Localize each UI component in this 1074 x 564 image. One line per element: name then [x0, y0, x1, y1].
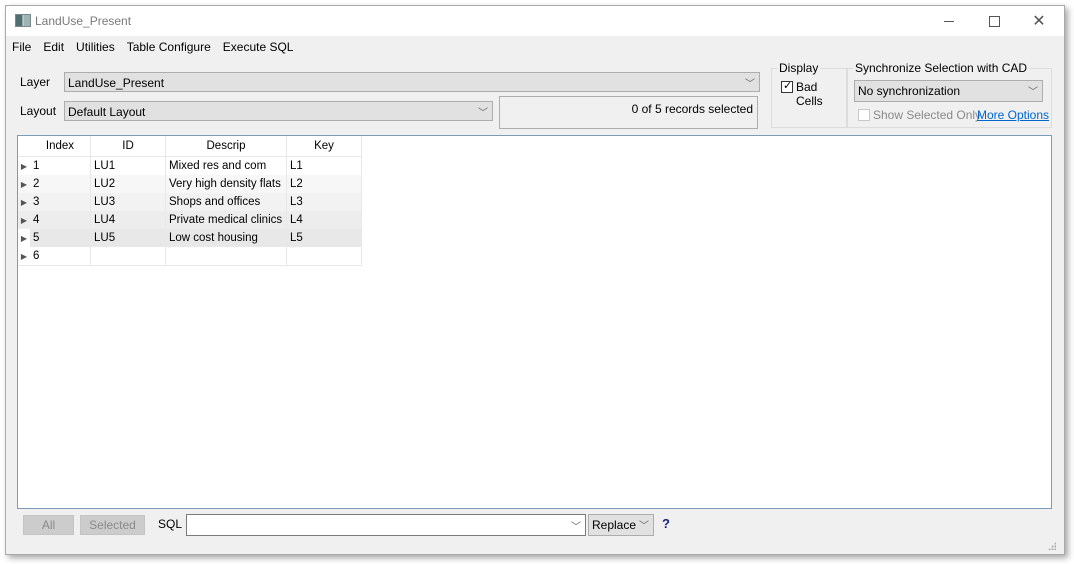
cell-key[interactable]	[286, 247, 362, 266]
data-grid: Index ID Descrip Key ▶ 1 LU1 Mixed res a…	[17, 135, 1052, 509]
cell-id[interactable]: LU3	[90, 193, 166, 211]
row-selector-icon[interactable]: ▶	[18, 175, 30, 193]
title-bar: LandUse_Present ✕	[6, 6, 1064, 36]
chevron-down-icon: ﹀	[1028, 87, 1038, 98]
chevron-down-icon: ﹀	[745, 79, 755, 90]
checkmark-icon: ✓	[783, 80, 793, 92]
grid-header-row: Index ID Descrip Key	[18, 136, 362, 157]
row-selector-icon[interactable]: ▶	[18, 211, 30, 229]
layout-dropdown[interactable]: Default Layout ﹀	[64, 101, 493, 121]
layout-label: Layout	[20, 104, 57, 118]
bad-cells-checkbox[interactable]: ✓	[781, 80, 793, 93]
cell-descrip[interactable]: Very high density flats	[165, 175, 287, 193]
menu-execute-sql[interactable]: Execute SQL	[217, 36, 300, 58]
cell-id[interactable]: LU1	[90, 156, 166, 175]
selection-status-box: 0 of 5 records selected	[499, 96, 758, 129]
sync-group-title: Synchronize Selection with CAD	[853, 61, 1030, 75]
cell-index[interactable]: 2	[30, 175, 91, 193]
show-selected-only-label: Show Selected Only	[873, 108, 982, 122]
cell-id[interactable]: LU4	[90, 211, 166, 229]
cell-index[interactable]: 5	[30, 229, 91, 247]
layer-value: LandUse_Present	[68, 76, 165, 90]
app-window: LandUse_Present ✕ File Edit Utilities Ta…	[5, 5, 1065, 555]
sql-mode-dropdown[interactable]: Replace ﹀	[588, 514, 654, 536]
close-icon: ✕	[1032, 13, 1046, 30]
row-selector-icon[interactable]: ▶	[18, 193, 30, 211]
cell-index[interactable]: 6	[30, 247, 91, 266]
column-header-id[interactable]: ID	[90, 136, 166, 157]
cell-index[interactable]: 4	[30, 211, 91, 229]
cell-id[interactable]	[90, 247, 166, 266]
close-button[interactable]: ✕	[1016, 6, 1062, 36]
layer-label: Layer	[20, 75, 51, 89]
cell-descrip[interactable]: Shops and offices	[165, 193, 287, 211]
cell-key[interactable]: L2	[286, 175, 362, 193]
minimize-icon	[944, 20, 954, 22]
menu-edit[interactable]: Edit	[37, 36, 70, 58]
all-button[interactable]: All	[23, 515, 74, 535]
row-selector-icon[interactable]: ▶	[18, 157, 30, 176]
sql-mode-value: Replace	[592, 518, 637, 532]
sql-input[interactable]: ﹀	[186, 514, 586, 536]
show-selected-only-checkbox[interactable]	[858, 109, 870, 121]
display-group: Display ✓ Bad Cells	[771, 61, 847, 128]
sync-value: No synchronization	[858, 84, 961, 98]
row-selector-icon[interactable]: ▶	[18, 229, 30, 247]
display-group-title: Display	[777, 61, 821, 75]
table-row[interactable]: ▶ 3 LU3 Shops and offices L3	[18, 193, 362, 211]
menu-bar: File Edit Utilities Table Configure Exec…	[6, 36, 1064, 58]
cell-key[interactable]: L4	[286, 211, 362, 229]
column-header-index[interactable]: Index	[30, 136, 91, 157]
window-title: LandUse_Present	[35, 14, 132, 28]
table-row[interactable]: ▶ 4 LU4 Private medical clinics L4	[18, 211, 362, 229]
table-row[interactable]: ▶ 6	[18, 247, 362, 266]
cell-key[interactable]: L3	[286, 193, 362, 211]
layer-dropdown[interactable]: LandUse_Present ﹀	[64, 72, 760, 92]
more-options-link[interactable]: More Options	[977, 108, 1049, 122]
menu-file[interactable]: File	[6, 36, 37, 58]
cell-id[interactable]: LU2	[90, 175, 166, 193]
cell-descrip[interactable]	[165, 247, 287, 266]
selection-status: 0 of 5 records selected	[631, 102, 753, 116]
cell-descrip[interactable]: Low cost housing	[165, 229, 287, 247]
table-row[interactable]: ▶ 2 LU2 Very high density flats L2	[18, 175, 362, 193]
help-icon[interactable]: ?	[662, 516, 670, 531]
chevron-down-icon: ﹀	[639, 521, 649, 532]
table-row[interactable]: ▶ 1 LU1 Mixed res and com L1	[18, 156, 362, 176]
menu-utilities[interactable]: Utilities	[70, 36, 121, 58]
chevron-down-icon: ﹀	[478, 108, 488, 119]
cell-key[interactable]: L5	[286, 229, 362, 247]
sql-label: SQL	[158, 517, 183, 531]
minimize-button[interactable]	[926, 6, 972, 36]
bad-cells-label: Bad Cells	[796, 80, 823, 108]
maximize-icon	[988, 15, 1000, 27]
cell-key[interactable]: L1	[286, 156, 362, 175]
sync-dropdown[interactable]: No synchronization ﹀	[854, 80, 1043, 102]
row-selector-icon[interactable]: ▶	[18, 247, 30, 266]
cell-index[interactable]: 1	[30, 156, 91, 175]
cell-id[interactable]: LU5	[90, 229, 166, 247]
menu-table-configure[interactable]: Table Configure	[121, 36, 217, 58]
column-header-key[interactable]: Key	[286, 136, 362, 157]
maximize-button[interactable]	[971, 6, 1017, 36]
cell-descrip[interactable]: Private medical clinics	[165, 211, 287, 229]
sync-group: Synchronize Selection with CAD No synchr…	[847, 61, 1052, 128]
resize-grip-icon[interactable]	[1048, 542, 1056, 550]
chevron-down-icon[interactable]: ﹀	[571, 518, 581, 533]
table-row[interactable]: ▶ 5 LU5 Low cost housing L5	[18, 229, 362, 247]
layout-value: Default Layout	[68, 105, 146, 119]
cell-descrip[interactable]: Mixed res and com	[165, 156, 287, 175]
column-header-descrip[interactable]: Descrip	[165, 136, 287, 157]
app-icon	[15, 14, 31, 27]
selected-button[interactable]: Selected	[80, 515, 145, 535]
cell-index[interactable]: 3	[30, 193, 91, 211]
